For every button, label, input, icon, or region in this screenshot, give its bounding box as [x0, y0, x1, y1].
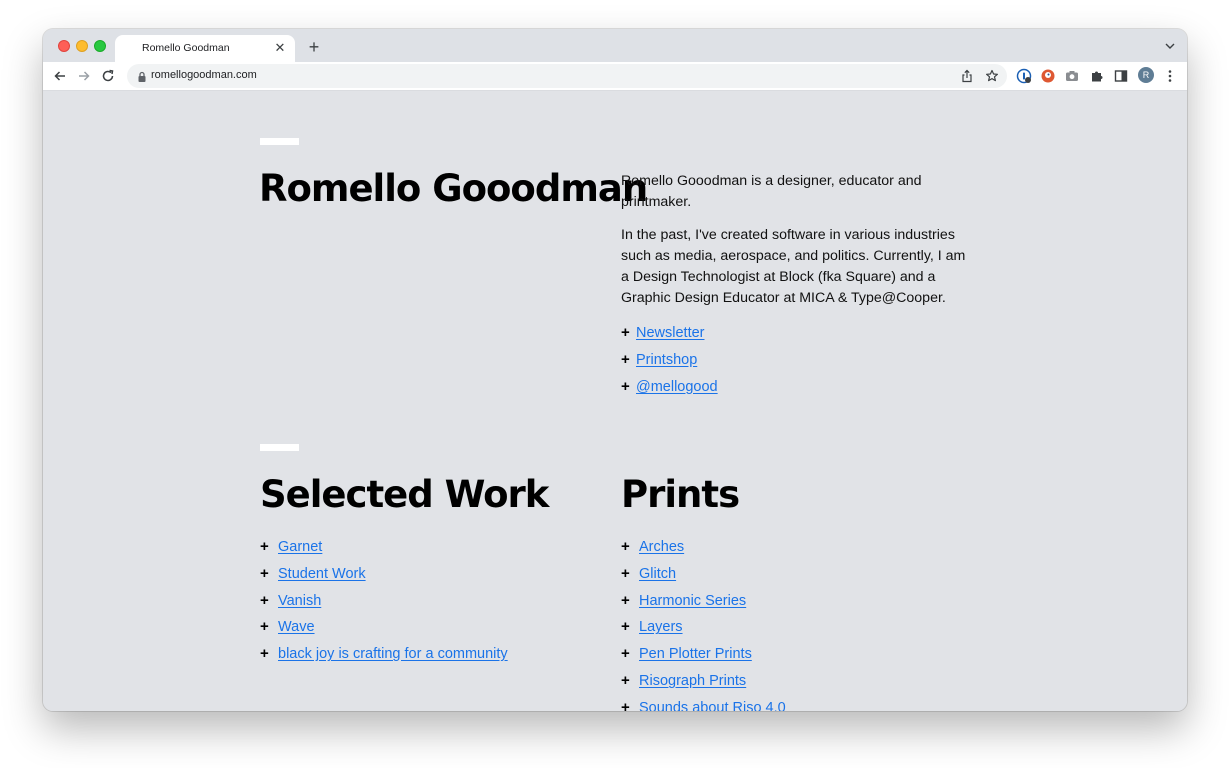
print-link-harmonic-series[interactable]: Harmonic Series — [639, 593, 746, 609]
plus-icon: + — [621, 591, 630, 609]
list-item: + Wave — [260, 617, 508, 644]
list-item: + @mellogood — [621, 377, 718, 404]
kebab-menu-icon[interactable] — [1161, 67, 1179, 85]
list-item: + Risograph Prints — [621, 671, 786, 698]
list-item: + Pen Plotter Prints — [621, 644, 786, 671]
close-tab-icon[interactable]: ✕ — [271, 39, 289, 57]
lock-icon[interactable] — [136, 70, 148, 82]
work-link-wave[interactable]: Wave — [278, 619, 315, 635]
toolbar: romellogoodman.com R — [43, 62, 1187, 91]
back-arrow-icon[interactable] — [51, 67, 69, 85]
profile-links: + Newsletter + Printshop + @mellogood — [621, 323, 718, 403]
selected-work-list: + Garnet + Student Work + Vanish + Wave + bla… — [260, 537, 508, 671]
forward-arrow-icon[interactable] — [75, 67, 93, 85]
bio-intro: Romello Gooodman is a designer, educator… — [621, 173, 922, 210]
tab-search-chevron-icon[interactable] — [1163, 39, 1177, 53]
bookmark-star-icon[interactable] — [984, 68, 1000, 84]
list-item: + Newsletter — [621, 323, 718, 350]
plus-icon: + — [621, 564, 630, 582]
print-link-risograph[interactable]: Risograph Prints — [639, 673, 746, 689]
print-link-pen-plotter[interactable]: Pen Plotter Prints — [639, 646, 752, 662]
print-link-arches[interactable]: Arches — [639, 539, 684, 555]
plus-icon: + — [621, 377, 630, 395]
minimize-window-button[interactable] — [76, 40, 88, 52]
work-link-student-work[interactable]: Student Work — [278, 566, 366, 582]
page-content: Romello Gooodman Romello Gooodman is a d… — [43, 91, 1187, 711]
prints-list: + Arches + Glitch + Harmonic Series + Layers… — [621, 537, 786, 711]
extensions-puzzle-icon[interactable] — [1088, 67, 1106, 85]
list-item: + Arches — [621, 537, 786, 564]
plus-icon: + — [621, 618, 630, 636]
reload-icon[interactable] — [99, 67, 117, 85]
screenshot-camera-icon[interactable] — [1063, 67, 1081, 85]
list-item: + Garnet — [260, 537, 508, 564]
profile-avatar[interactable]: R — [1138, 67, 1154, 83]
list-item: + Sounds about Riso 4.0 — [621, 698, 786, 711]
plus-icon: + — [621, 538, 630, 555]
share-icon[interactable] — [959, 68, 975, 84]
print-link-glitch[interactable]: Glitch — [639, 566, 676, 582]
newsletter-link[interactable]: Newsletter — [636, 325, 705, 341]
address-bar[interactable]: romellogoodman.com — [127, 64, 1007, 88]
section-divider — [260, 138, 299, 145]
list-item: + Vanish — [260, 591, 508, 618]
extension-1password-icon[interactable] — [1015, 67, 1033, 85]
bio: Romello Gooodman is a designer, educator… — [621, 171, 971, 321]
plus-icon: + — [621, 698, 630, 711]
list-item: + Harmonic Series — [621, 591, 786, 618]
plus-icon: + — [260, 645, 269, 663]
new-tab-button[interactable]: + — [304, 37, 324, 57]
print-link-layers[interactable]: Layers — [639, 619, 683, 635]
list-item: + Glitch — [621, 564, 786, 591]
plus-icon: + — [260, 618, 269, 636]
plus-icon: + — [621, 324, 630, 341]
plus-icon: + — [621, 671, 630, 689]
page-title: Romello Gooodman — [259, 167, 648, 210]
print-link-sounds-about-riso[interactable]: Sounds about Riso 4.0 — [639, 700, 786, 711]
list-item: + Student Work — [260, 564, 508, 591]
work-link-vanish[interactable]: Vanish — [278, 593, 321, 609]
selected-work-heading: Selected Work — [260, 473, 549, 516]
printshop-link[interactable]: Printshop — [636, 352, 697, 368]
work-link-black-joy[interactable]: black joy is crafting for a community — [278, 646, 508, 662]
list-item: + Printshop — [621, 350, 718, 377]
prints-heading: Prints — [621, 473, 740, 516]
bio-details: In the past, I've created software in va… — [621, 227, 966, 306]
plus-icon: + — [260, 538, 269, 555]
side-panel-icon[interactable] — [1112, 67, 1130, 85]
plus-icon: + — [621, 350, 630, 368]
tab-strip: Romello Goodman ✕ + — [43, 29, 1187, 62]
list-item: + Layers — [621, 617, 786, 644]
plus-icon: + — [260, 591, 269, 609]
zoom-window-button[interactable] — [94, 40, 106, 52]
mellogood-link[interactable]: @mellogood — [636, 379, 718, 395]
url-text[interactable]: romellogoodman.com — [151, 69, 257, 81]
section-divider — [260, 444, 299, 451]
plus-icon: + — [621, 645, 630, 663]
tab-active[interactable]: Romello Goodman ✕ — [115, 35, 295, 62]
plus-icon: + — [260, 564, 269, 582]
list-item: + black joy is crafting for a community — [260, 644, 508, 671]
browser-window: Romello Goodman ✕ + romellogoodman.com R… — [43, 29, 1187, 711]
tab-title: Romello Goodman — [142, 42, 230, 54]
extension-duckduckgo-icon[interactable] — [1039, 67, 1057, 85]
close-window-button[interactable] — [58, 40, 70, 52]
work-link-garnet[interactable]: Garnet — [278, 539, 322, 555]
